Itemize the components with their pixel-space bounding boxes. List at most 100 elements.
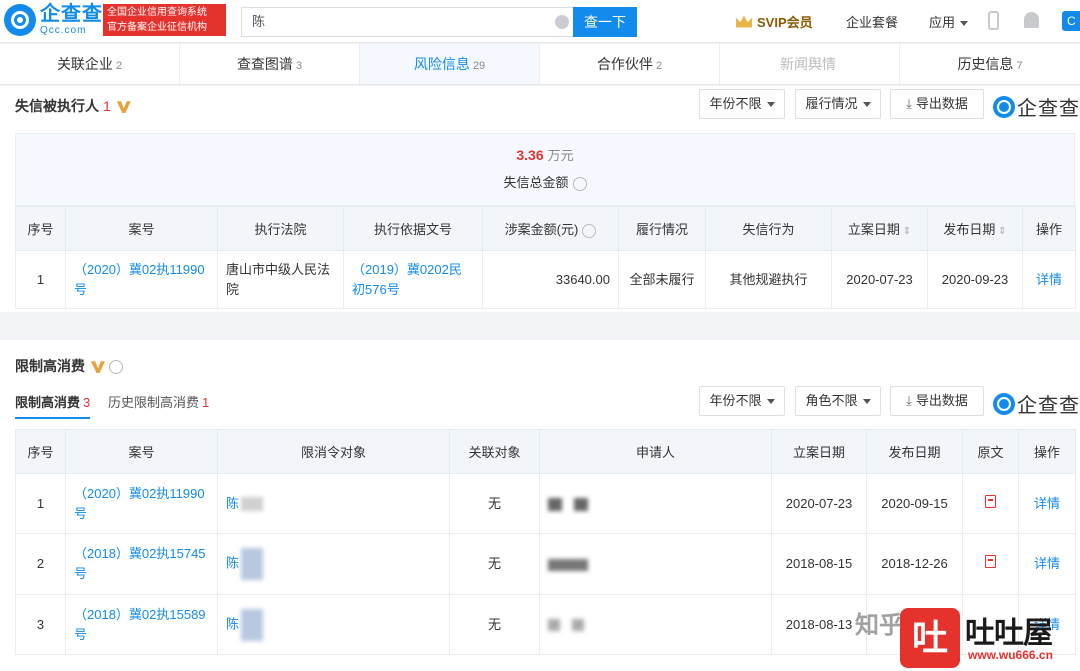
qcc-logo[interactable]: 企查查 Qcc.com <box>4 4 103 36</box>
cell-published-date: 2018-12-26 <box>866 533 963 595</box>
svip-link[interactable]: SVIP会员 <box>736 12 813 31</box>
brand-text: 企查查 <box>1017 395 1080 417</box>
cell-perform: 全部未履行 <box>618 250 706 309</box>
tab-partners[interactable]: 合作伙伴 2 <box>540 44 720 84</box>
redacted-applicant <box>572 619 584 632</box>
original-document-icon[interactable] <box>985 555 996 568</box>
section-title-dishonest: 失信被执行人 1 <box>15 96 131 116</box>
year-filter-dropdown[interactable]: 年份不限 <box>699 89 785 119</box>
qcc-logo-icon <box>4 4 36 36</box>
qcc-brand-mark: 企查查 <box>993 389 1080 418</box>
search-input[interactable]: 陈 <box>241 7 573 37</box>
qcc-logo-icon <box>993 95 1015 118</box>
col-header: 申请人 <box>539 429 772 474</box>
year-filter-dropdown[interactable]: 年份不限 <box>699 386 785 416</box>
site-watermark-url: www.wu666.cn <box>968 648 1053 662</box>
avatar[interactable]: C <box>1062 11 1080 31</box>
total-amount: 3.36 万元 <box>16 145 1074 164</box>
subtab-history-restriction[interactable]: 历史限制高消费 1 <box>108 392 209 411</box>
target-person-link[interactable]: 陈 <box>226 555 239 570</box>
perform-filter-dropdown[interactable]: 履行情况 <box>795 89 881 119</box>
section-count: 1 <box>103 98 111 114</box>
total-label-text: 失信总金额 <box>503 175 569 190</box>
detail-link[interactable]: 详情 <box>1034 496 1060 511</box>
mobile-icon[interactable] <box>988 11 999 30</box>
case-number-link[interactable]: （2018）冀02执15589号 <box>74 607 206 642</box>
subtab-current-restriction[interactable]: 限制高消费 3 <box>15 392 91 419</box>
tab-count: 2 <box>115 60 123 72</box>
section-title-text: 失信被执行人 <box>15 98 99 114</box>
svip-label: SVIP会员 <box>757 15 813 30</box>
tab-count: 29 <box>472 60 486 72</box>
total-amount-unit: 万元 <box>547 148 574 163</box>
cell-filed-date: 2020-07-23 <box>771 473 867 534</box>
search-button[interactable]: 查一下 <box>573 7 637 37</box>
target-person-link[interactable]: 陈 <box>226 616 239 631</box>
col-header: 操作 <box>1022 206 1076 251</box>
export-data-button[interactable]: 导出数据 <box>890 386 984 416</box>
section-title-restriction: 限制高消费 <box>15 356 123 376</box>
chevron-down-icon <box>766 399 775 405</box>
tab-risk-info[interactable]: 风险信息 29 <box>360 44 540 84</box>
col-header: 涉案金额(元) <box>482 206 619 251</box>
case-number-link[interactable]: （2020）冀02执11990号 <box>74 262 205 297</box>
info-icon[interactable] <box>582 223 597 238</box>
col-header: 失信行为 <box>705 206 832 251</box>
redacted-text <box>241 608 264 641</box>
site-watermark-logo: 吐 <box>900 608 960 668</box>
dropdown-label: 角色不限 <box>805 393 858 408</box>
role-filter-dropdown[interactable]: 角色不限 <box>795 386 881 416</box>
bell-icon[interactable] <box>1024 12 1039 28</box>
detail-link[interactable]: 详情 <box>1034 556 1060 571</box>
dishonest-table: 序号 案号 执行法院 执行依据文号 涉案金额(元) 履行情况 失信行为 立案日期… <box>15 206 1076 309</box>
col-header: 发布日期 <box>866 429 963 474</box>
col-header: 序号 <box>15 206 66 251</box>
cell-behavior: 其他规避执行 <box>705 250 832 309</box>
subtab-count: 3 <box>83 395 91 410</box>
tab-label: 查查图谱 <box>236 56 293 72</box>
target-person-link[interactable]: 陈 <box>226 496 239 511</box>
cell-court: 唐山市中级人民法院 <box>217 250 344 309</box>
info-icon[interactable] <box>572 176 587 191</box>
nav-app-label: 应用 <box>929 15 956 30</box>
vip-icon <box>91 361 105 374</box>
cell-amount: 33640.00 <box>482 250 619 309</box>
nav-app-menu[interactable]: 应用 <box>929 12 969 31</box>
export-data-button[interactable]: 导出数据 <box>890 89 984 119</box>
tab-news[interactable]: 新闻舆情 <box>720 44 900 84</box>
col-header: 履行情况 <box>618 206 706 251</box>
col-header-text: 涉案金额(元) <box>504 222 579 237</box>
col-header-sortable[interactable]: 发布日期 <box>927 206 1023 251</box>
info-icon[interactable] <box>109 360 123 375</box>
col-header: 执行法院 <box>217 206 344 251</box>
basis-doc-link[interactable]: （2019）冀0202民初576号 <box>352 262 462 297</box>
cell-related: 无 <box>449 533 540 595</box>
case-number-link[interactable]: （2018）冀02执15745号 <box>74 546 206 581</box>
company-tabs: 关联企业 2 查查图谱 3 风险信息 29 合作伙伴 2 新闻舆情 历史信息 7 <box>0 44 1080 85</box>
col-header: 案号 <box>65 429 218 474</box>
redacted-applicant <box>574 497 588 511</box>
tab-graph[interactable]: 查查图谱 3 <box>180 44 360 84</box>
tab-related-companies[interactable]: 关联企业 2 <box>0 44 180 84</box>
col-header-sortable[interactable]: 立案日期 <box>831 206 928 251</box>
tab-label: 合作伙伴 <box>596 56 653 72</box>
total-amount-label: 失信总金额 <box>16 172 1074 191</box>
cell-filed-date: 2018-08-15 <box>771 533 867 595</box>
original-document-icon[interactable] <box>985 494 996 508</box>
zhihu-watermark: 知乎 <box>855 612 903 639</box>
detail-link[interactable]: 详情 <box>1036 272 1062 287</box>
top-bar: 企查查 Qcc.com 全国企业信用查询系统 官方备案企业征信机构 陈 查一下 … <box>0 0 1080 43</box>
total-amount-value: 3.36 <box>516 147 544 163</box>
case-number-link[interactable]: （2020）冀02执11990号 <box>74 486 205 521</box>
section-title-text: 限制高消费 <box>15 358 85 374</box>
cell-filed-date: 2020-07-23 <box>831 250 928 309</box>
tab-history[interactable]: 历史信息 7 <box>900 44 1080 84</box>
cell-no: 1 <box>15 250 66 309</box>
clear-search-icon[interactable] <box>555 15 569 29</box>
subtab-label: 历史限制高消费 <box>108 395 200 410</box>
nav-enterprise-package[interactable]: 企业套餐 <box>846 12 898 31</box>
qcc-logo-icon <box>993 392 1015 415</box>
dropdown-label: 履行情况 <box>805 96 858 111</box>
col-header: 序号 <box>15 429 66 474</box>
redacted-applicant <box>548 497 562 511</box>
